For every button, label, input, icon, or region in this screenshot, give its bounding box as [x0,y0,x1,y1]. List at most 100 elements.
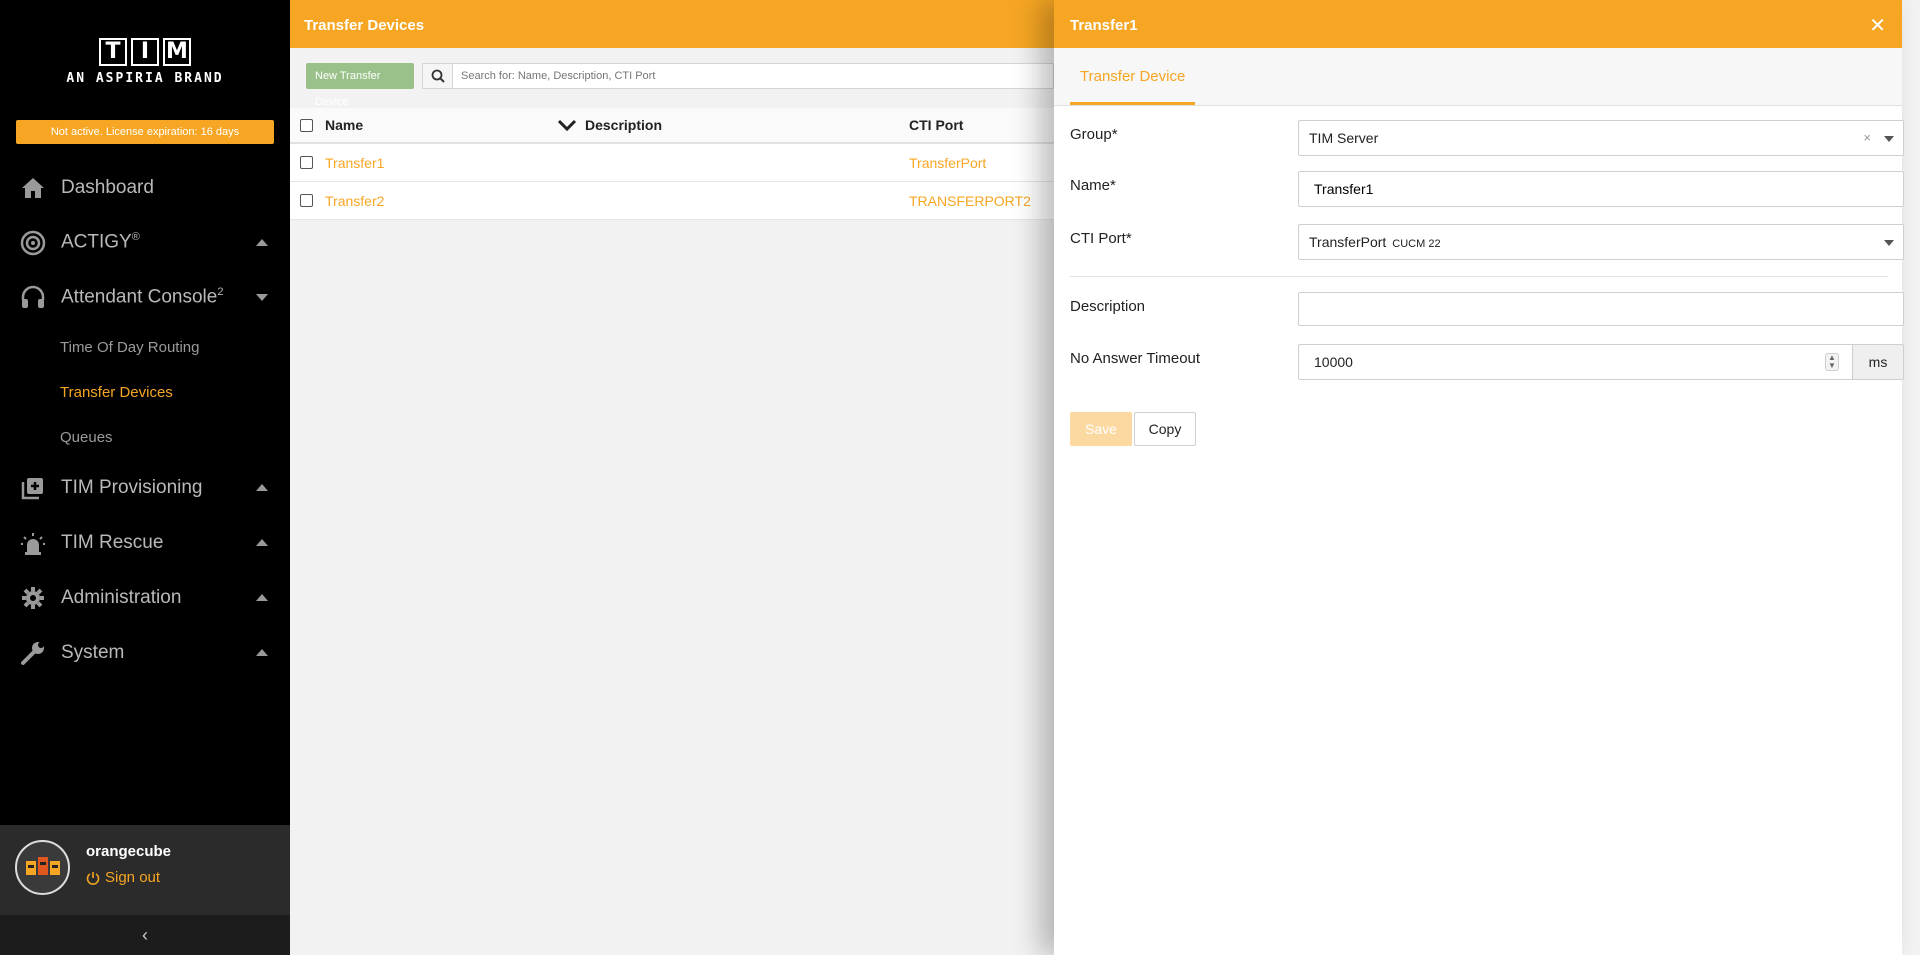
name-input[interactable] [1298,171,1904,207]
divider [1070,276,1888,277]
timeout-value: 10000 [1314,354,1353,370]
table-header: Name Description CTI Port [290,108,1054,144]
collapse-sidebar-button[interactable]: ‹ [0,915,290,955]
sidebar-item-tim-provisioning[interactable]: TIM Provisioning [0,460,290,515]
sidebar-item-label: Dashboard [61,176,154,198]
stepper-arrows-icon[interactable]: ▲ ▼ [1825,353,1839,371]
cti-port-cluster-tag: CUCM 22 [1392,238,1441,250]
close-icon[interactable]: ✕ [1869,0,1886,52]
sidebar-item-label: TIM Rescue [61,531,164,553]
sidebar-subitem-time-of-day-routing[interactable]: Time Of Day Routing [0,325,290,370]
sidebar-item-attendant-console[interactable]: Attendant Console2 [0,270,290,325]
sidebar-item-tim-rescue[interactable]: TIM Rescue [0,515,290,570]
caret-up-icon [256,239,268,246]
username: orangecube [86,843,172,860]
caret-up-icon [256,594,268,601]
copy-button[interactable]: Copy [1134,412,1196,446]
dropdown-caret-icon [1884,240,1894,246]
dropdown-caret-icon [1884,136,1894,142]
search-box [422,63,1054,89]
sidebar-item-dashboard[interactable]: Dashboard [0,160,290,215]
group-select[interactable]: TIM Server × [1298,120,1904,156]
transfer-devices-list-view: Transfer Devices New Transfer Device Nam… [290,0,1054,955]
sort-chevron-down-icon[interactable] [557,119,585,131]
name-field: Name* [1070,171,1904,207]
sidebar-item-label: ACTIGY [61,231,132,253]
new-transfer-device-button[interactable]: New Transfer Device [306,63,414,108]
table-row[interactable]: Transfer2 TRANSFERPORT2 [290,182,1054,220]
save-button[interactable]: Save [1070,412,1132,446]
actigy-icon [20,230,46,256]
clear-icon[interactable]: × [1863,121,1871,155]
caret-up-icon [256,484,268,491]
headset-icon [20,285,46,311]
column-header-name[interactable]: Name [325,117,557,133]
row-checkbox[interactable] [300,156,313,169]
sidebar-nav: Dashboard ACTIGY® Attendant Console2 Tim… [0,160,290,680]
chevron-left-icon: ‹ [142,924,148,945]
wrench-icon [20,640,46,666]
search-icon[interactable] [423,64,453,88]
sidebar-item-administration[interactable]: Administration [0,570,290,625]
group-field: Group* TIM Server × [1070,120,1904,156]
caret-down-icon [256,294,268,301]
name-label: Name* [1070,177,1116,194]
sign-out-label: Sign out [105,869,161,886]
select-all-checkbox[interactable] [300,118,313,132]
caret-up-icon [256,649,268,656]
cti-port-value: TransferPort [1309,234,1387,250]
cell-cti-port[interactable]: TRANSFERPORT2 [909,193,1039,209]
sidebar-item-label: Administration [61,586,182,608]
sign-out-link[interactable]: Sign out [86,869,160,886]
license-banner: Not active. License expiration: 16 days [16,120,274,144]
sidebar-item-label: Attendant Console [61,286,218,308]
sidebar-item-actigy[interactable]: ACTIGY® [0,215,290,270]
sidebar: T I M AN ASPIRIA BRAND Not active. Licen… [0,0,290,955]
timeout-input[interactable]: 10000 ▲ ▼ [1298,344,1854,380]
cell-name[interactable]: Transfer2 [325,193,557,209]
search-input[interactable] [453,70,1053,82]
sidebar-subitem-transfer-devices[interactable]: Transfer Devices [0,370,290,415]
logo-subtitle: AN ASPIRIA BRAND [66,71,224,86]
cti-port-select[interactable]: TransferPort CUCM 22 [1298,224,1904,260]
column-header-cti-port[interactable]: CTI Port [909,117,1039,133]
transfer-device-detail-panel: Transfer1 ✕ Transfer Device Group* TIM S… [1054,0,1904,955]
group-label: Group* [1070,126,1118,143]
description-field: Description [1070,292,1904,328]
cell-cti-port[interactable]: TransferPort [909,155,1039,171]
transfer-devices-table: Name Description CTI Port Transfer1 Tran… [290,108,1054,220]
row-checkbox[interactable] [300,194,313,207]
power-icon [86,871,100,885]
logo-letter: I [131,38,159,66]
sidebar-item-label: TIM Provisioning [61,476,203,498]
user-panel: orangecube Sign out [0,825,290,915]
caret-up-icon [256,539,268,546]
table-row[interactable]: Transfer1 TransferPort [290,144,1054,182]
panel-title: Transfer1 [1070,17,1138,34]
tab-transfer-device[interactable]: Transfer Device [1070,48,1196,105]
provisioning-icon [20,475,46,501]
alarm-icon [20,530,46,556]
panel-tabs: Transfer Device [1054,48,1902,106]
cti-port-label: CTI Port* [1070,230,1132,247]
cell-name[interactable]: Transfer1 [325,155,557,171]
group-value: TIM Server [1309,130,1379,146]
logo-letter: T [99,38,127,66]
cti-port-field: CTI Port* TransferPort CUCM 22 [1070,224,1904,260]
superscript: 2 [217,286,224,299]
panel-header: Transfer1 ✕ [1054,0,1902,48]
page-title: Transfer Devices [290,0,1054,48]
sidebar-item-system[interactable]: System [0,625,290,680]
tim-logo[interactable]: T I M AN ASPIRIA BRAND [0,38,290,86]
sidebar-item-label: System [61,641,125,663]
column-header-description[interactable]: Description [585,117,909,133]
registered-mark: ® [131,231,140,244]
gear-icon [20,585,46,611]
description-label: Description [1070,298,1146,315]
list-toolbar: New Transfer Device [306,63,1054,108]
sidebar-subitem-queues[interactable]: Queues [0,415,290,460]
timeout-field: No Answer Timeout 10000 ▲ ▼ ms [1070,344,1904,380]
description-input[interactable] [1298,292,1904,326]
avatar[interactable] [15,840,70,895]
logo-letter: M [163,38,191,66]
